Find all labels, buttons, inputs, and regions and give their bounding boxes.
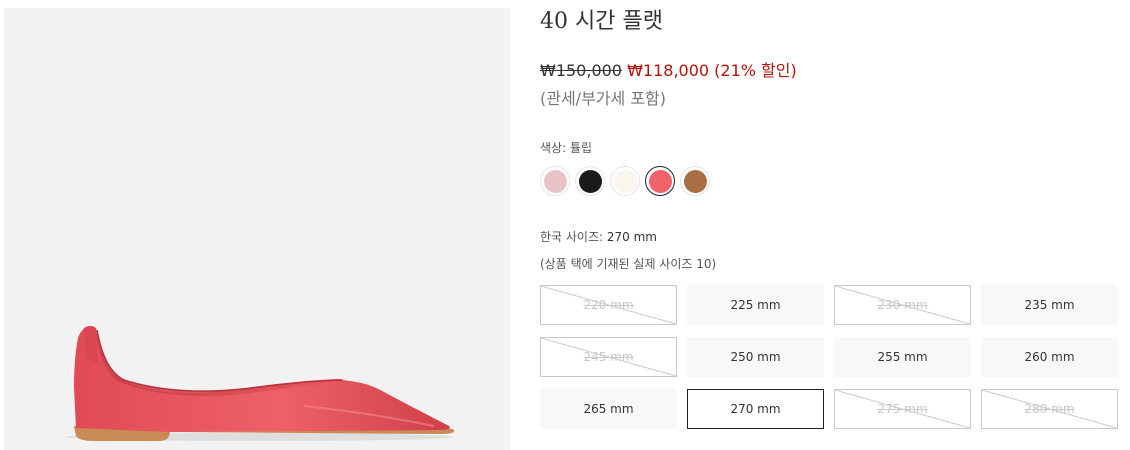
product-page: 40 시간 플랫 ₩150,000 ₩118,000 (21% 할인) (관세/… (0, 0, 1130, 450)
size-option-245-mm[interactable]: 245 mm (540, 337, 677, 377)
selected-color-name: 튤립 (569, 141, 593, 155)
size-option-label: 260 mm (1024, 350, 1075, 364)
selected-size-value: 270 mm (606, 230, 657, 244)
color-swatch-tan[interactable] (680, 166, 710, 196)
size-grid: 220 mm 225 mm 230 mm 235 mm 245 mm 250 mm 255 … (540, 285, 1120, 429)
size-option-280-mm[interactable]: 280 mm (981, 389, 1118, 429)
size-option-260-mm[interactable]: 260 mm (981, 337, 1118, 377)
size-option-label: 270 mm (730, 402, 781, 416)
product-title: 40 시간 플랫 (540, 9, 663, 34)
size-option-label: 220 mm (583, 298, 634, 312)
size-label-text: 한국 사이즈: (540, 230, 604, 244)
color-label-text: 색상: (540, 141, 567, 155)
size-option-label: 280 mm (1024, 402, 1075, 416)
discount-percent: (21% 할인) (714, 61, 797, 80)
size-option-label: 225 mm (730, 298, 781, 312)
price-line: ₩150,000 ₩118,000 (21% 할인) (540, 60, 797, 82)
color-swatches (540, 164, 715, 198)
color-swatch-dot (543, 169, 567, 193)
size-option-label: 235 mm (1024, 298, 1075, 312)
size-option-label: 250 mm (730, 350, 781, 364)
original-price: ₩150,000 (540, 61, 622, 80)
size-option-label: 245 mm (583, 350, 634, 364)
color-swatch-black[interactable] (575, 166, 605, 196)
size-option-label: 230 mm (877, 298, 928, 312)
color-swatch-dot (578, 169, 602, 193)
sale-price: ₩118,000 (627, 61, 710, 80)
size-option-265-mm[interactable]: 265 mm (540, 389, 677, 429)
color-label: 색상: 튤립 (540, 139, 592, 157)
product-info: 40 시간 플랫 ₩150,000 ₩118,000 (21% 할인) (관세/… (540, 0, 1125, 450)
size-option-225-mm[interactable]: 225 mm (687, 285, 824, 325)
color-swatch-pink[interactable] (540, 166, 570, 196)
size-option-275-mm[interactable]: 275 mm (834, 389, 971, 429)
color-swatch-dot (648, 169, 672, 193)
size-option-270-mm[interactable]: 270 mm (687, 389, 824, 429)
size-option-label: 265 mm (583, 402, 634, 416)
color-swatch-dot (683, 169, 707, 193)
color-swatch-tulip[interactable] (645, 166, 675, 196)
tax-note: (관세/부가세 포함) (540, 89, 667, 108)
size-option-235-mm[interactable]: 235 mm (981, 285, 1118, 325)
size-option-label: 255 mm (877, 350, 928, 364)
size-option-250-mm[interactable]: 250 mm (687, 337, 824, 377)
size-note: (상품 택에 기재된 실제 사이즈 10) (540, 257, 717, 271)
color-swatch-dot (613, 169, 637, 193)
size-option-255-mm[interactable]: 255 mm (834, 337, 971, 377)
size-option-label: 275 mm (877, 402, 928, 416)
size-option-230-mm[interactable]: 230 mm (834, 285, 971, 325)
color-swatch-cream[interactable] (610, 166, 640, 196)
ballet-flat-illustration (64, 326, 455, 441)
size-option-220-mm[interactable]: 220 mm (540, 285, 677, 325)
size-label: 한국 사이즈: 270 mm (540, 228, 657, 246)
product-image[interactable] (4, 8, 510, 450)
